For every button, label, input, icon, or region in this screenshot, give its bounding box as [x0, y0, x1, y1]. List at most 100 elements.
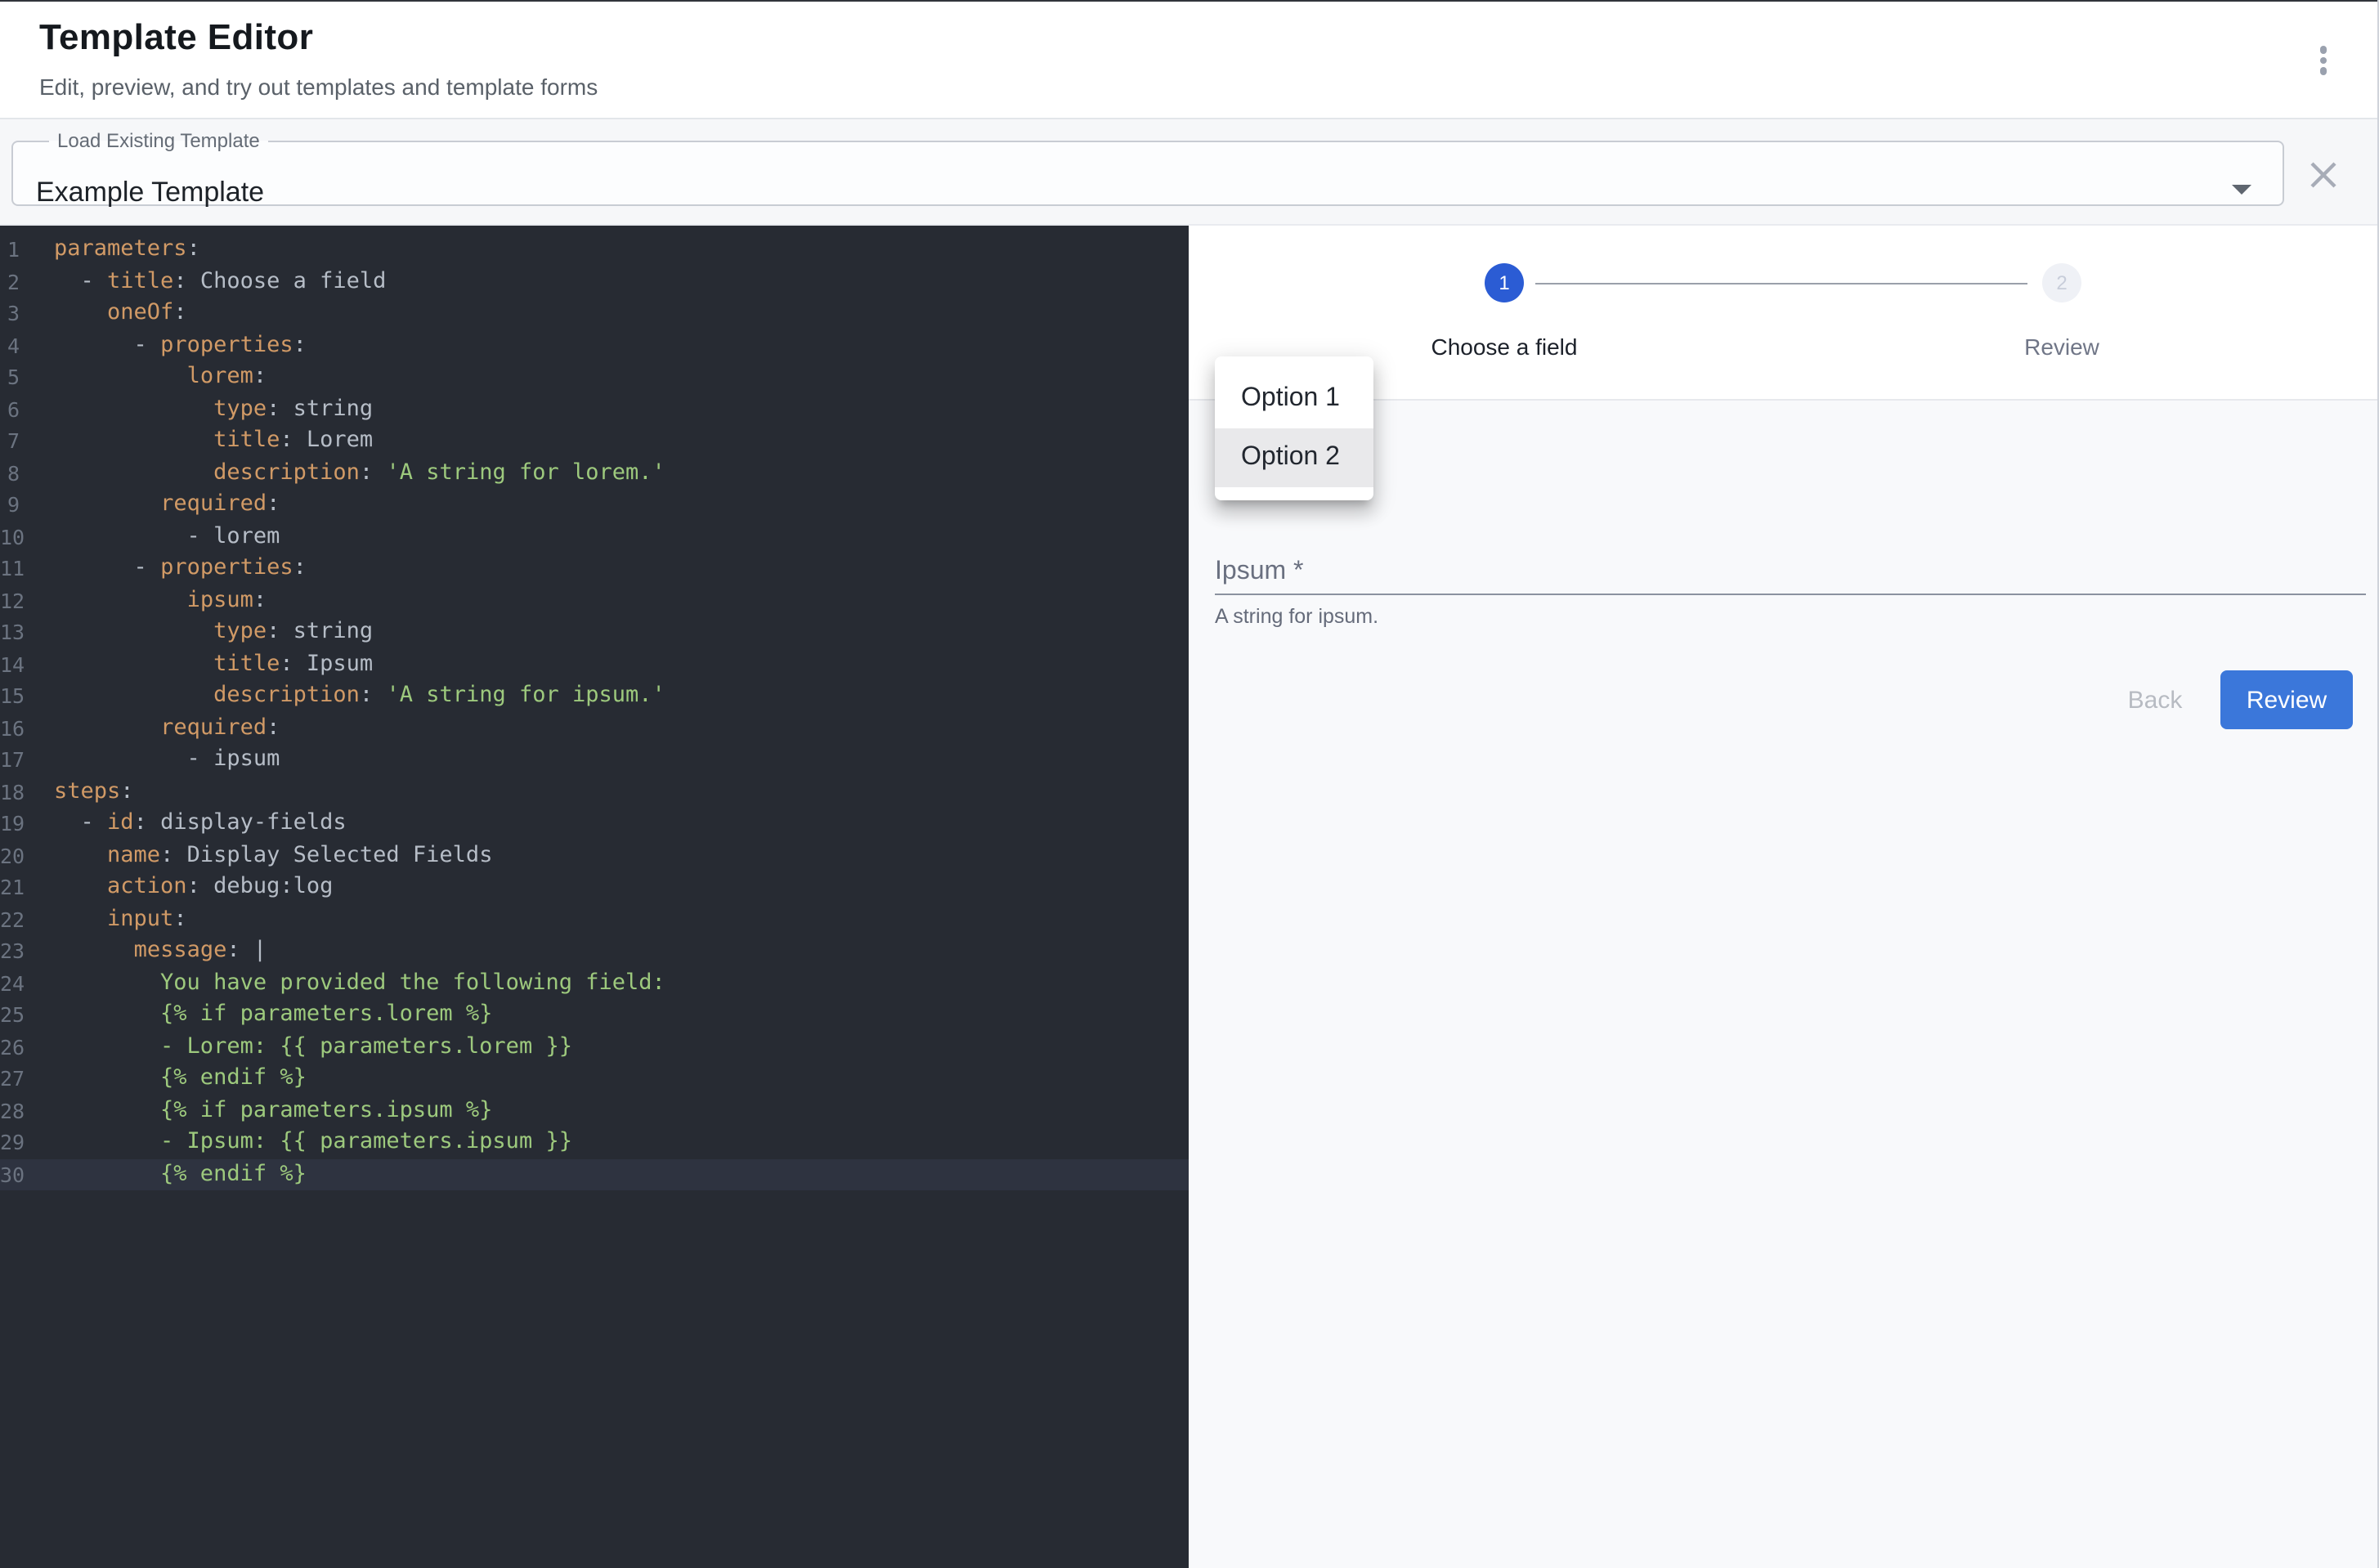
- line-number: 2: [0, 266, 20, 298]
- template-select-value: Example Template: [36, 177, 264, 209]
- code-line[interactable]: 24 You have provided the following field…: [0, 967, 1189, 999]
- page-subtitle: Edit, preview, and try out templates and…: [39, 74, 598, 100]
- code-text: required:: [54, 712, 280, 744]
- code-line[interactable]: 4 - properties:: [0, 329, 1189, 361]
- code-line[interactable]: 15 description: 'A string for ipsum.': [0, 680, 1189, 712]
- step-2-label: Review: [1898, 334, 2225, 360]
- line-number: 7: [0, 425, 20, 457]
- code-line[interactable]: 30 {% endif %}: [0, 1158, 1189, 1190]
- code-text: oneOf:: [54, 298, 187, 329]
- code-text: action: debug:log: [54, 871, 333, 903]
- line-number: 17: [0, 744, 20, 776]
- code-text: {% if parameters.lorem %}: [54, 999, 492, 1031]
- code-line[interactable]: 1 parameters:: [0, 234, 1189, 266]
- code-editor[interactable]: 1parameters:2 - title: Choose a field3 o…: [0, 226, 1189, 1568]
- code-line[interactable]: 29 - Ipsum: {{ parameters.ipsum }}: [0, 1127, 1189, 1158]
- menu-item-option-1[interactable]: Option 1: [1215, 370, 1373, 428]
- code-line[interactable]: 12 ipsum:: [0, 585, 1189, 616]
- clear-template-button[interactable]: [2305, 157, 2341, 193]
- line-number: 16: [0, 712, 20, 744]
- code-line[interactable]: 22 input:: [0, 903, 1189, 935]
- code-line[interactable]: 17 - ipsum: [0, 744, 1189, 776]
- page-header: Template Editor Edit, preview, and try o…: [0, 0, 2379, 119]
- code-line[interactable]: 2 - title: Choose a field: [0, 266, 1189, 298]
- code-line[interactable]: 11 - properties:: [0, 553, 1189, 585]
- code-text: - id: display-fields: [54, 808, 347, 840]
- code-line[interactable]: 3 oneOf:: [0, 298, 1189, 329]
- window-top-edge: [0, 0, 2379, 2]
- code-line[interactable]: 9 required:: [0, 489, 1189, 521]
- code-text: steps:: [54, 776, 134, 808]
- code-line[interactable]: 16 required:: [0, 712, 1189, 744]
- code-line[interactable]: 25 {% if parameters.lorem %}: [0, 999, 1189, 1031]
- ipsum-field-helper: A string for ipsum.: [1215, 605, 1378, 628]
- code-line[interactable]: 28 {% if parameters.ipsum %}: [0, 1095, 1189, 1127]
- code-text: title: Lorem: [54, 425, 373, 457]
- code-text: You have provided the following field:: [54, 967, 665, 999]
- line-number: 24: [0, 967, 20, 999]
- line-number: 10: [0, 521, 20, 553]
- code-text: - lorem: [54, 521, 280, 553]
- page-title: Template Editor: [39, 16, 313, 59]
- template-select[interactable]: Load Existing Template Example Template: [11, 129, 2284, 206]
- code-text: {% endif %}: [54, 1158, 307, 1190]
- code-text: parameters:: [54, 234, 200, 266]
- menu-item-option-2[interactable]: Option 2: [1215, 428, 1373, 487]
- code-text: required:: [54, 489, 280, 521]
- review-button[interactable]: Review: [2220, 670, 2353, 729]
- line-number: 23: [0, 935, 20, 967]
- code-text: - Lorem: {{ parameters.lorem }}: [54, 1031, 572, 1063]
- code-line[interactable]: 21 action: debug:log: [0, 871, 1189, 903]
- more-options-button[interactable]: [2301, 36, 2346, 85]
- code-text: - Ipsum: {{ parameters.ipsum }}: [54, 1127, 572, 1158]
- line-number: 19: [0, 808, 20, 840]
- code-text: title: Ipsum: [54, 648, 373, 680]
- step-1-label: Choose a field: [1341, 334, 1668, 360]
- line-number: 27: [0, 1063, 20, 1095]
- line-number: 6: [0, 393, 20, 425]
- code-line[interactable]: 13 type: string: [0, 616, 1189, 648]
- code-text: input:: [54, 903, 187, 935]
- line-number: 1: [0, 234, 20, 266]
- code-line[interactable]: 27 {% endif %}: [0, 1063, 1189, 1095]
- line-number: 25: [0, 999, 20, 1031]
- code-text: - title: Choose a field: [54, 266, 386, 298]
- line-number: 9: [0, 489, 20, 521]
- code-line[interactable]: 8 description: 'A string for lorem.': [0, 457, 1189, 489]
- code-line[interactable]: 14 title: Ipsum: [0, 648, 1189, 680]
- line-number: 11: [0, 553, 20, 585]
- line-number: 29: [0, 1127, 20, 1158]
- code-text: {% endif %}: [54, 1063, 307, 1095]
- code-line[interactable]: 6 type: string: [0, 393, 1189, 425]
- code-text: description: 'A string for lorem.': [54, 457, 665, 489]
- line-number: 22: [0, 903, 20, 935]
- code-text: lorem:: [54, 361, 267, 393]
- ipsum-field-input[interactable]: [1215, 594, 2366, 595]
- line-number: 28: [0, 1095, 20, 1127]
- code-line[interactable]: 26 - Lorem: {{ parameters.lorem }}: [0, 1031, 1189, 1063]
- line-number: 8: [0, 457, 20, 489]
- template-editor-page: Template Editor Edit, preview, and try o…: [0, 0, 2379, 1568]
- stepper-connector: [1535, 283, 2027, 284]
- code-text: message: |: [54, 935, 267, 967]
- code-line[interactable]: 10 - lorem: [0, 521, 1189, 553]
- line-number: 18: [0, 776, 20, 808]
- close-icon: [2305, 157, 2341, 193]
- code-line[interactable]: 19 - id: display-fields: [0, 808, 1189, 840]
- code-text: ipsum:: [54, 585, 267, 616]
- ipsum-field-label: Ipsum *: [1215, 558, 1304, 587]
- step-2-circle: 2: [2042, 263, 2081, 302]
- code-line[interactable]: 18 steps:: [0, 776, 1189, 808]
- line-number: 4: [0, 329, 20, 361]
- code-line[interactable]: 7 title: Lorem: [0, 425, 1189, 457]
- code-lines: 1parameters:2 - title: Choose a field3 o…: [0, 226, 1189, 1190]
- code-line[interactable]: 5 lorem:: [0, 361, 1189, 393]
- code-text: - properties:: [54, 329, 307, 361]
- back-button[interactable]: Back: [2103, 670, 2207, 729]
- code-text: description: 'A string for ipsum.': [54, 680, 665, 712]
- code-line[interactable]: 20 name: Display Selected Fields: [0, 840, 1189, 871]
- code-line[interactable]: 23 message: |: [0, 935, 1189, 967]
- code-text: name: Display Selected Fields: [54, 840, 492, 871]
- line-number: 14: [0, 648, 20, 680]
- line-number: 5: [0, 361, 20, 393]
